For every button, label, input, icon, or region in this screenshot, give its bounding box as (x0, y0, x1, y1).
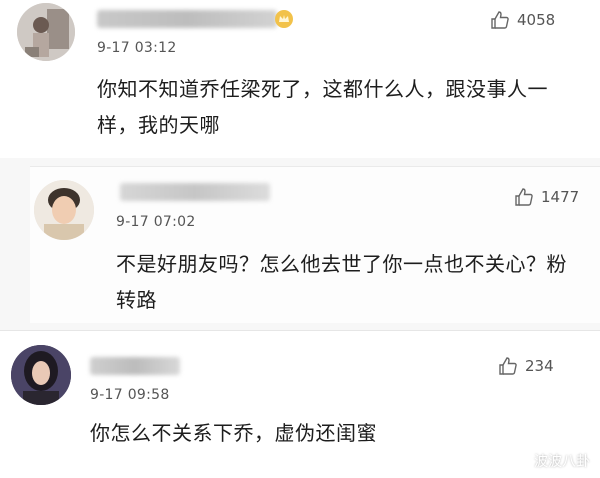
like-button[interactable]: 1477 (514, 187, 579, 207)
thumbs-up-icon (499, 357, 517, 375)
avatar[interactable] (34, 180, 94, 240)
comment-item: 9-17 03:12 4058 你知不知道乔任梁死了，这都什么人，跟没事人一 样… (0, 0, 600, 158)
watermark-logo-icon (509, 451, 529, 471)
thumbs-up-icon (515, 188, 533, 206)
username-redacted[interactable] (120, 183, 270, 201)
comment-text-line: 不是好朋友吗？怎么他去世了你一点也不关心？粉 (116, 252, 567, 276)
like-count: 1477 (541, 188, 580, 206)
comment-text-line: 样，我的天哪 (97, 113, 220, 137)
like-button[interactable]: 234 (498, 356, 554, 376)
username-redacted[interactable] (97, 10, 277, 28)
like-count: 234 (525, 357, 554, 375)
comment-text: 你知不知道乔任梁死了，这都什么人，跟没事人一 样，我的天哪 (97, 71, 587, 143)
comment-text-line: 你怎么不关系下乔，虚伪还闺蜜 (90, 421, 377, 445)
comment-time: 9-17 09:58 (90, 387, 170, 403)
thumbs-up-icon (491, 11, 509, 29)
comment-text-line: 你知不知道乔任梁死了，这都什么人，跟没事人一 (97, 77, 548, 101)
avatar[interactable] (11, 345, 71, 405)
username-redacted[interactable] (90, 357, 180, 375)
comment-text-line: 转路 (116, 288, 157, 312)
comment-text: 不是好朋友吗？怎么他去世了你一点也不关心？粉 转路 (116, 246, 596, 318)
crown-badge-icon (274, 9, 294, 33)
comment-item: 9-17 07:02 1477 不是好朋友吗？怎么他去世了你一点也不关心？粉 转… (30, 166, 600, 323)
watermark-text: 波波八卦 (534, 454, 590, 470)
like-button[interactable]: 4058 (490, 10, 555, 30)
comment-time: 9-17 03:12 (97, 40, 177, 56)
like-count: 4058 (517, 11, 556, 29)
comment-time: 9-17 07:02 (116, 214, 196, 230)
avatar[interactable] (17, 3, 75, 61)
watermark: 波波八卦 (509, 451, 590, 471)
comment-text: 你怎么不关系下乔，虚伪还闺蜜 (90, 415, 580, 451)
